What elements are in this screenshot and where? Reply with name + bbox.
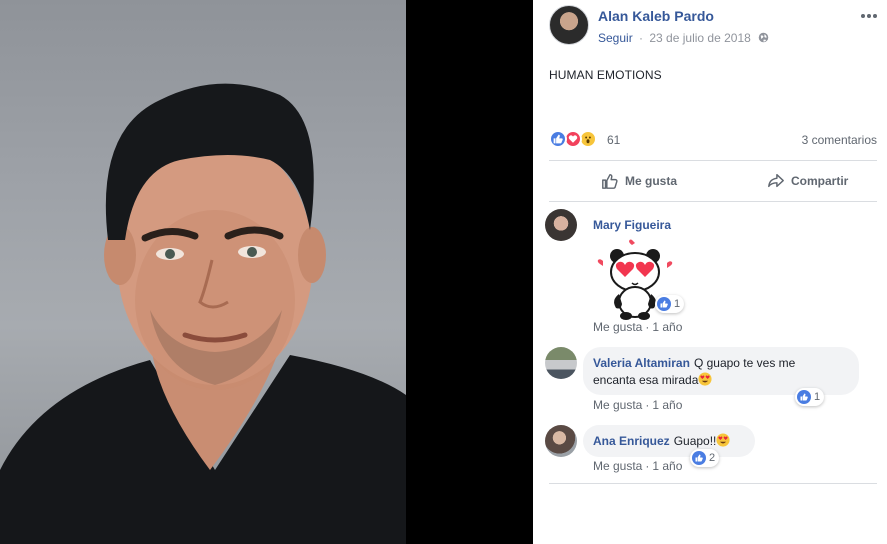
reaction-icons[interactable]: [549, 130, 597, 148]
divider: [549, 201, 877, 202]
comment-meta: Me gusta · 1 año: [593, 459, 682, 473]
reactions-summary: 61 3 comentarios: [549, 130, 877, 150]
like-reaction-icon: [657, 297, 671, 311]
commenter-name[interactable]: Ana Enriquez: [593, 434, 670, 448]
thumbs-up-icon: [602, 173, 618, 189]
comment-text: Guapo!!: [673, 434, 717, 448]
share-arrow-icon: [768, 173, 784, 188]
comment-item: Valeria Altamiran Q guapo te ves me encan…: [545, 347, 875, 415]
comment-like-count[interactable]: 2: [690, 449, 720, 467]
comment-item: Ana Enriquez Guapo!! 2 Me gusta · 1 año: [545, 425, 875, 477]
like-button-label: Me gusta: [625, 174, 678, 188]
comment-like-link[interactable]: Me gusta: [593, 459, 642, 473]
comment-text: Q guapo te ves me: [693, 356, 796, 370]
comment-like-link[interactable]: Me gusta: [593, 320, 642, 334]
heart-eyes-emoji-icon: [698, 372, 712, 386]
comment-time[interactable]: 1 año: [652, 398, 682, 412]
comment-count[interactable]: 3 comentarios: [802, 133, 877, 147]
comment-like-link[interactable]: Me gusta: [593, 398, 642, 412]
share-button-label: Compartir: [791, 174, 849, 188]
photo-viewer: [0, 0, 533, 544]
comment-item: Mary Figueira 1 Me gusta · 1 año: [545, 209, 875, 337]
divider: [549, 160, 877, 161]
like-count-value: 1: [674, 298, 681, 310]
globe-icon: [758, 32, 769, 43]
meta-separator: ·: [645, 459, 650, 473]
like-reaction-icon: [692, 451, 706, 465]
commenter-avatar[interactable]: [545, 425, 577, 457]
post-date[interactable]: 23 de julio de 2018: [649, 31, 750, 45]
post-actions: Me gusta Compartir: [549, 166, 877, 196]
commenter-name[interactable]: Mary Figueira: [593, 218, 671, 232]
post-meta: Seguir · 23 de julio de 2018: [598, 31, 769, 45]
comment-time[interactable]: 1 año: [652, 459, 682, 473]
author-avatar[interactable]: [549, 5, 589, 45]
comment-like-count[interactable]: 1: [795, 388, 825, 406]
post-header: Alan Kaleb Pardo Seguir · 23 de julio de…: [549, 5, 879, 47]
share-button[interactable]: Compartir: [767, 166, 848, 196]
commenter-avatar[interactable]: [545, 209, 577, 241]
meta-separator: ·: [645, 320, 650, 334]
like-reaction-icon: [797, 390, 811, 404]
reaction-count[interactable]: 61: [607, 133, 620, 147]
author-name[interactable]: Alan Kaleb Pardo: [598, 8, 714, 24]
commenter-avatar[interactable]: [545, 347, 577, 379]
post-photo[interactable]: [0, 0, 406, 544]
like-reaction-icon: [549, 130, 567, 148]
post-caption: HUMAN EMOTIONS: [549, 68, 662, 82]
portrait-illustration: [0, 83, 406, 544]
comment-like-count[interactable]: 1: [655, 295, 685, 313]
like-count-value: 2: [709, 452, 716, 464]
meta-separator: ·: [639, 31, 644, 45]
comment-meta: Me gusta · 1 año: [593, 398, 682, 412]
follow-link[interactable]: Seguir: [598, 31, 633, 45]
like-button[interactable]: Me gusta: [601, 166, 677, 196]
heart-eyes-emoji-icon: [716, 433, 730, 447]
more-options-icon[interactable]: [859, 9, 879, 23]
meta-separator: ·: [645, 398, 650, 412]
comment-bubble: Ana Enriquez Guapo!!: [583, 425, 755, 457]
commenter-name[interactable]: Valeria Altamiran: [593, 356, 690, 370]
comment-time[interactable]: 1 año: [652, 320, 682, 334]
comment-text-line2: encanta esa mirada: [593, 373, 699, 387]
post-side-panel: Alan Kaleb Pardo Seguir · 23 de julio de…: [533, 0, 887, 544]
comment-meta: Me gusta · 1 año: [593, 320, 682, 334]
divider: [549, 483, 877, 484]
like-count-value: 1: [814, 391, 821, 403]
